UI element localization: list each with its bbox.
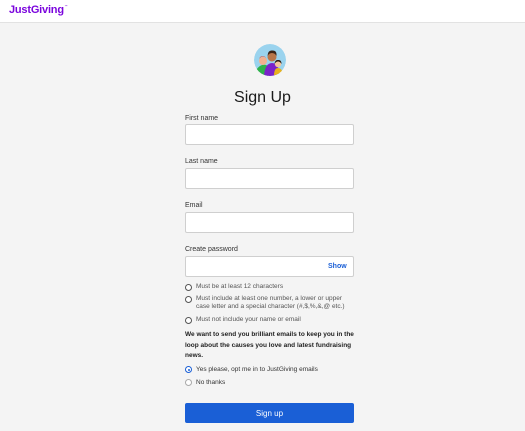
radio-selected-icon — [185, 366, 192, 373]
rule-status-icon — [185, 284, 192, 291]
rule-status-icon — [185, 317, 192, 324]
rule-status-icon — [185, 296, 192, 303]
marketing-consent-text: We want to send you brilliant emails to … — [185, 331, 354, 359]
last-name-field[interactable] — [185, 168, 354, 189]
password-label: Create password — [185, 246, 238, 253]
last-name-label: Last name — [185, 158, 218, 165]
email-field[interactable] — [185, 212, 354, 233]
user-avatar-illustration-icon — [254, 44, 286, 76]
justgiving-logo[interactable]: JustGiving™ — [9, 4, 67, 16]
opt-out-radio[interactable]: No thanks — [185, 378, 357, 388]
first-name-field[interactable] — [185, 124, 354, 145]
page-title: Sign Up — [234, 89, 291, 106]
sign-up-button[interactable]: Sign up — [185, 403, 354, 423]
first-name-label: First name — [185, 115, 219, 122]
radio-unselected-icon — [185, 379, 192, 386]
show-password-button[interactable]: Show — [328, 263, 347, 270]
top-navbar: JustGiving™ — [0, 0, 525, 23]
opt-in-radio[interactable]: Yes please, opt me in to JustGiving emai… — [185, 365, 357, 375]
email-label: Email — [185, 202, 203, 209]
